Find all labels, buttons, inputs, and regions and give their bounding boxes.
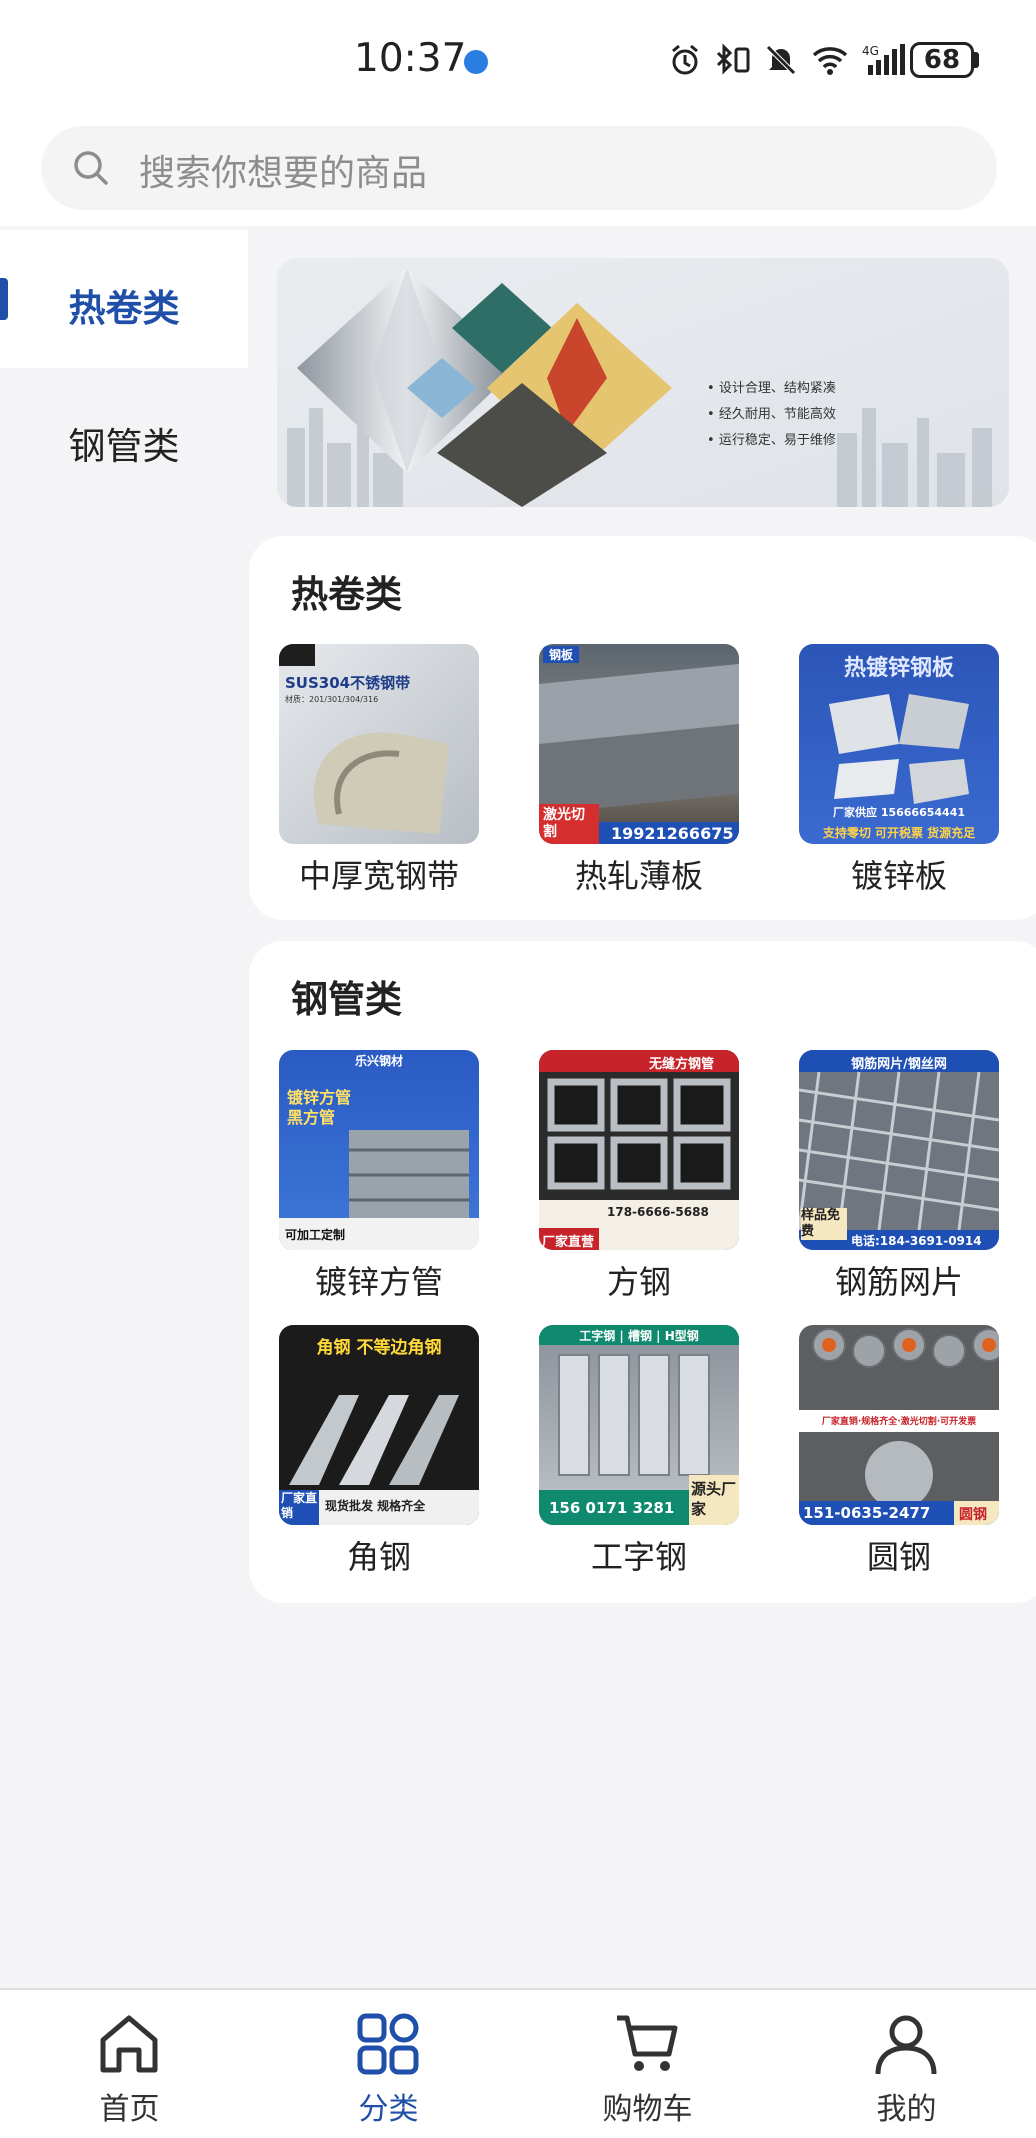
product-name: 镀锌方管: [314, 1263, 443, 1301]
product-image: 乐兴钢材 镀锌方管 黑方管 可加工定制: [279, 1050, 479, 1250]
battery-indicator: 68: [910, 42, 974, 78]
section-title: 热卷类: [291, 573, 402, 616]
product-name: 热轧薄板: [574, 857, 703, 895]
product-image: 工字钢 | 槽钢 | H型钢 156 0171 3281 源头厂家: [539, 1325, 739, 1525]
product-image: 钢筋网片/钢丝网 样品免费 电话:184-3691-0914: [799, 1050, 999, 1250]
product-name: 工字钢: [590, 1538, 687, 1576]
search-bar-container: 搜索你想要的商品: [0, 120, 1036, 226]
sidebar-item-label: 热卷类: [68, 287, 180, 330]
product-item[interactable]: 工字钢 | 槽钢 | H型钢 156 0171 3281 源头厂家 工字钢: [539, 1325, 739, 1578]
tab-home[interactable]: 首页: [0, 1990, 259, 2138]
tab-cart[interactable]: 购物车: [518, 1990, 777, 2138]
tab-label: 购物车: [602, 2092, 693, 2127]
product-item[interactable]: 无缝方钢管 178-6666-5688 厂家直营 方钢: [539, 1050, 739, 1303]
tab-label: 我的: [876, 2092, 937, 2127]
product-name: 方钢: [606, 1263, 671, 1301]
sidebar-item-hot-rolled[interactable]: 热卷类: [0, 230, 248, 368]
sidebar-item-label: 钢管类: [68, 425, 180, 468]
tab-category[interactable]: 分类: [259, 1990, 518, 2138]
tab-label: 分类: [358, 2092, 419, 2127]
section-steel-pipe: 钢管类 乐兴钢材 镀锌方管 黑方管 可加工定制 镀锌方管 无缝方钢管 178-6…: [249, 941, 1036, 1603]
product-item[interactable]: SUS304不锈钢带 材质：201/301/304/316 中厚宽钢带: [279, 644, 479, 897]
banner-feature-list: • 设计合理、结构紧凑 • 经久耐用、节能高效 • 运行稳定、易于维修: [707, 376, 836, 454]
section-hot-rolled: 热卷类 SUS304不锈钢带 材质：201/301/304/316 中厚宽钢带 …: [249, 536, 1036, 920]
signal-icon: 4G: [862, 44, 905, 75]
product-image: 厂家直销·规格齐全·激光切割·可开发票 151-0635-2477 圆钢: [799, 1325, 999, 1525]
battery-tip: [974, 52, 979, 68]
product-item[interactable]: 钢板 激光切割 19921266675 热轧薄板: [539, 644, 739, 897]
cart-icon: [617, 2015, 678, 2071]
wifi-icon: [812, 47, 848, 75]
search-input[interactable]: 搜索你想要的商品: [41, 126, 997, 210]
product-image: 热镀锌钢板 厂家供应 15666654441 支持零切 可开税票 货源充足: [799, 644, 999, 844]
user-icon: [875, 2015, 937, 2075]
product-item[interactable]: 乐兴钢材 镀锌方管 黑方管 可加工定制 镀锌方管: [279, 1050, 479, 1303]
product-item[interactable]: 热镀锌钢板 厂家供应 15666654441 支持零切 可开税票 货源充足 镀锌…: [799, 644, 999, 897]
tab-profile[interactable]: 我的: [777, 1990, 1036, 2138]
status-bar: 10:37 4G 68: [0, 0, 1036, 120]
mute-bell-icon: [766, 45, 796, 75]
bluetooth-vibrate-icon: [716, 43, 750, 75]
bottom-tab-bar: 首页 分类 购物车 我的: [0, 1988, 1036, 2138]
product-image: 角钢 不等边角钢 厂家直销 现货批发 规格齐全: [279, 1325, 479, 1525]
product-image: 无缝方钢管 178-6666-5688 厂家直营: [539, 1050, 739, 1250]
promo-banner[interactable]: • 设计合理、结构紧凑 • 经久耐用、节能高效 • 运行稳定、易于维修: [277, 258, 1009, 507]
location-dot-icon: [464, 50, 488, 74]
product-item[interactable]: 厂家直销·规格齐全·激光切割·可开发票 151-0635-2477 圆钢 圆钢: [799, 1325, 999, 1578]
home-icon: [100, 2015, 158, 2073]
banner-point: • 经久耐用、节能高效: [707, 407, 836, 422]
status-icons: 4G: [668, 40, 908, 80]
tab-label: 首页: [99, 2092, 160, 2127]
section-title: 钢管类: [291, 978, 402, 1021]
product-name: 角钢: [346, 1538, 411, 1576]
product-item[interactable]: 角钢 不等边角钢 厂家直销 现货批发 规格齐全 角钢: [279, 1325, 479, 1578]
status-time: 10:37: [354, 36, 467, 81]
search-icon: [74, 151, 108, 185]
product-name: 镀锌板: [850, 857, 947, 895]
alarm-icon: [672, 44, 698, 75]
product-name: 中厚宽钢带: [298, 857, 459, 895]
banner-point: • 设计合理、结构紧凑: [707, 381, 836, 396]
sidebar-item-steel-pipe[interactable]: 钢管类: [0, 368, 248, 506]
product-name: 圆钢: [866, 1538, 931, 1576]
svg-text:4G: 4G: [862, 44, 879, 58]
product-name: 钢筋网片: [834, 1263, 963, 1301]
search-placeholder: 搜索你想要的商品: [139, 153, 428, 194]
product-image: 钢板 激光切割 19921266675: [539, 644, 739, 844]
category-sidebar: 热卷类 钢管类: [0, 226, 248, 1988]
product-image: SUS304不锈钢带 材质：201/301/304/316: [279, 644, 479, 844]
banner-image: [277, 258, 1009, 507]
banner-point: • 运行稳定、易于维修: [707, 433, 836, 448]
product-item[interactable]: 钢筋网片/钢丝网 样品免费 电话:184-3691-0914 钢筋网片: [799, 1050, 999, 1303]
category-icon: [357, 2013, 419, 2075]
